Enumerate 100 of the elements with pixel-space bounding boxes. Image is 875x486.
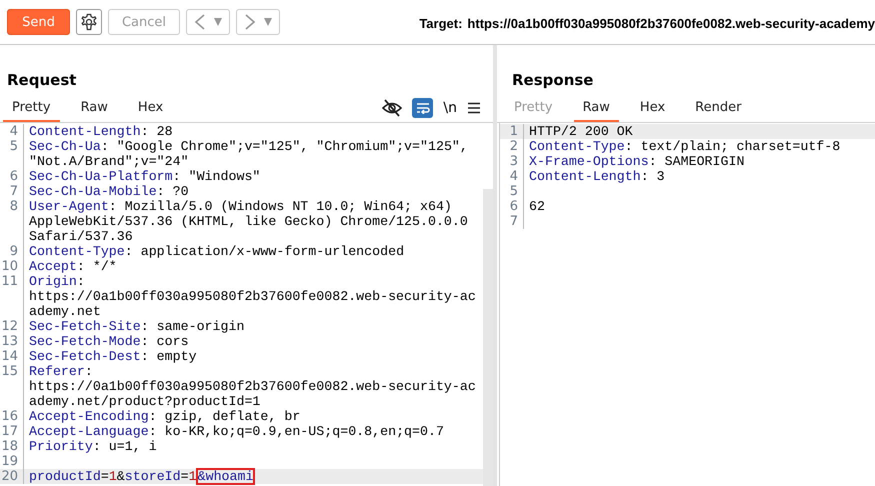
tab[interactable]: Hex xyxy=(630,100,674,122)
line-number: 13 xyxy=(1,334,18,349)
line-number: 3 xyxy=(510,154,518,169)
line-number: 6 xyxy=(510,199,518,214)
settings-icon xyxy=(79,12,99,32)
code-text: : SAMEORIGIN xyxy=(648,154,744,169)
line-number: 14 xyxy=(1,349,18,364)
line-number: 6 xyxy=(10,169,18,184)
code-text: : empty xyxy=(140,349,197,364)
code-text: Content-Type xyxy=(529,139,625,154)
code-text: = xyxy=(100,469,109,484)
chevron-right-icon xyxy=(244,14,256,30)
code-text: 1 xyxy=(108,469,117,484)
line-number: 9 xyxy=(10,244,18,259)
line-number: 20 xyxy=(1,469,18,484)
line-number: 5 xyxy=(10,139,18,154)
line-number: 18 xyxy=(1,439,18,454)
code-text: : "Google Chrome";v="125", "Chromium";v="125", xyxy=(100,139,468,154)
pane-title: Request xyxy=(7,71,76,89)
line-number: 4 xyxy=(10,124,18,139)
back-button[interactable] xyxy=(186,9,230,35)
settings-button[interactable] xyxy=(76,9,102,35)
code-text: Origin xyxy=(29,274,77,289)
line-number: 16 xyxy=(1,409,18,424)
code-text: & xyxy=(116,469,125,484)
code-text: Sec-Fetch-Site xyxy=(29,319,141,334)
code-text: Content-Length xyxy=(29,124,141,139)
line-number: 7 xyxy=(10,184,18,199)
caret-icon xyxy=(214,18,222,26)
code-text: Accept xyxy=(29,259,77,274)
code-text: Priority xyxy=(29,439,93,454)
code-text: : application/x-www-form-urlencoded xyxy=(124,244,404,259)
code-text: : cors xyxy=(140,334,189,349)
code-text: storeId xyxy=(124,469,181,484)
code-text: Content-Length xyxy=(529,169,641,184)
code-text: : 3 xyxy=(640,169,665,184)
code-text: : text/plain; charset=utf-8 xyxy=(624,139,840,154)
line-number: 17 xyxy=(1,424,18,439)
code-text: = xyxy=(180,469,189,484)
code-text: Content-Type xyxy=(29,244,125,259)
newline-toggle[interactable]: \n xyxy=(443,100,457,116)
code-text: ademy.net/product?productId=1 xyxy=(29,394,260,409)
line-number: 12 xyxy=(1,319,18,334)
tab[interactable]: Raw xyxy=(574,100,619,122)
menu-button[interactable] xyxy=(467,102,481,114)
line-number: 2 xyxy=(510,139,518,154)
line-number: 7 xyxy=(510,214,518,229)
target-label: Target: xyxy=(419,16,462,30)
caret-icon xyxy=(264,18,272,26)
code-text: ademy.net xyxy=(29,304,101,319)
code-text: 1 xyxy=(188,469,197,484)
tab[interactable]: Pretty xyxy=(3,100,60,122)
code-text: Safari/537.36 xyxy=(29,229,133,244)
code-text: : ko-KR,ko;q=0.9,en-US;q=0.8,en;q=0.7 xyxy=(148,424,444,439)
code-text: https://0a1b00ff030a995080f2b37600fe0082.web-security-ac xyxy=(29,289,476,304)
wrap-icon xyxy=(416,102,430,114)
code-text: Sec-Ch-Ua-Mobile xyxy=(29,184,157,199)
tab[interactable]: Hex xyxy=(128,100,172,122)
code-text: User-Agent xyxy=(29,199,109,214)
line-number: 1 xyxy=(510,124,518,139)
code-text: : 28 xyxy=(140,124,173,139)
line-number: 4 xyxy=(510,169,518,184)
code-text: : */* xyxy=(76,259,117,274)
pane-title: Response xyxy=(512,71,594,89)
code-text: : u=1, i xyxy=(92,439,157,454)
code-text: productId xyxy=(29,469,101,484)
code-text: : "Windows" xyxy=(172,169,260,184)
code-text: "Not.A/Brand";v="24" xyxy=(29,154,189,169)
code-text: https://0a1b00ff030a995080f2b37600fe0082.web-security-ac xyxy=(29,379,476,394)
code-text: Referer xyxy=(29,364,85,379)
line-number: 10 xyxy=(1,259,18,274)
forward-button[interactable] xyxy=(236,9,280,35)
code-text: Sec-Ch-Ua xyxy=(29,139,101,154)
code-text: : xyxy=(76,274,85,289)
line-number: 19 xyxy=(1,454,18,469)
menu-icon xyxy=(467,102,481,114)
code-text: Sec-Ch-Ua-Platform xyxy=(29,169,173,184)
code-text: : xyxy=(84,364,93,379)
code-text: : Mozilla/5.0 (Windows NT 10.0; Win64; x64) xyxy=(108,199,452,214)
tab[interactable]: Raw xyxy=(72,100,117,122)
word-wrap-button[interactable] xyxy=(412,98,434,118)
code-text: : same-origin xyxy=(140,319,244,334)
code-text: Accept-Encoding xyxy=(29,409,149,424)
scrollbar[interactable] xyxy=(483,189,493,486)
line-number: 15 xyxy=(1,364,18,379)
line-number: 8 xyxy=(10,199,18,214)
tab[interactable]: Render xyxy=(686,100,750,122)
eye-slash-icon[interactable] xyxy=(382,99,402,117)
highlighted-text: &whoami xyxy=(196,469,254,484)
code-text: X-Frame-Options xyxy=(529,154,649,169)
line-number: 11 xyxy=(1,274,18,289)
code-text: HTTP/2 200 OK xyxy=(529,124,633,139)
code-text: : ?0 xyxy=(156,184,189,199)
code-text: AppleWebKit/537.36 (KHTML, like Gecko) Chrome/125.0.0.0 xyxy=(29,214,468,229)
code-text: 62 xyxy=(529,199,545,214)
line-number: 5 xyxy=(510,184,518,199)
code-text: Sec-Fetch-Dest xyxy=(29,349,141,364)
code-text: Sec-Fetch-Mode xyxy=(29,334,141,349)
code-text: : gzip, deflate, br xyxy=(148,409,300,424)
code-text: Accept-Language xyxy=(29,424,149,439)
